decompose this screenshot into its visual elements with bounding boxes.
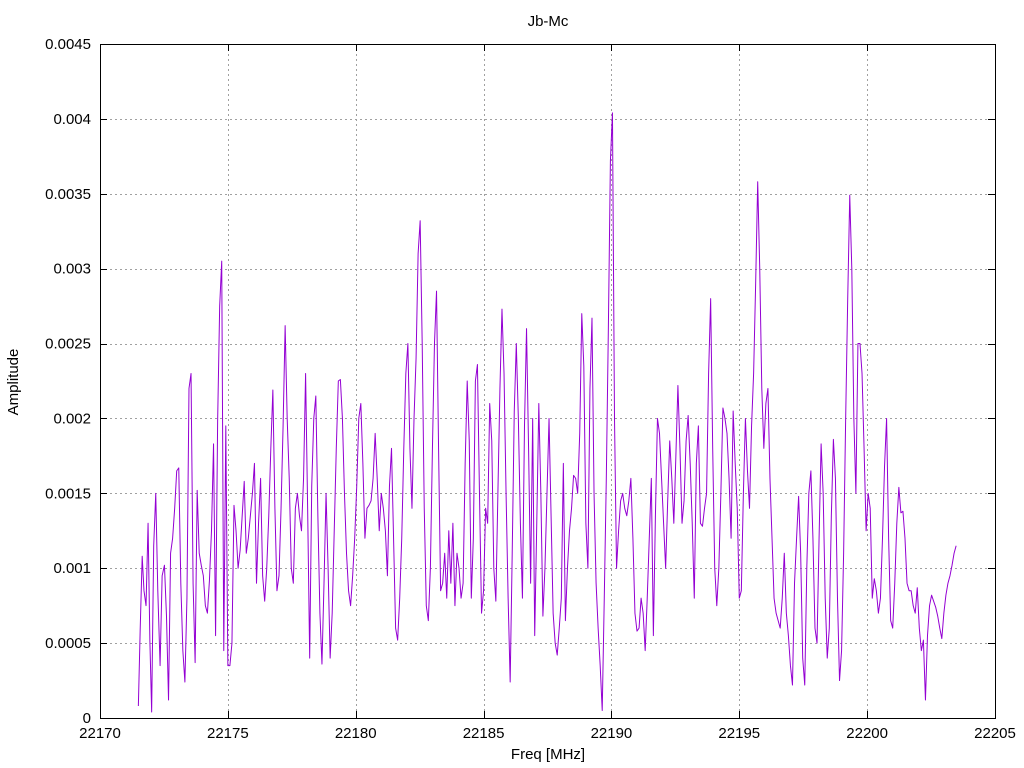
y-tick-label: 0.002 xyxy=(53,410,91,427)
line-chart: 22170 22175 22180 22185 22190 22195 22200 22205… xyxy=(0,0,1024,768)
x-tick-label: 22180 xyxy=(335,725,377,742)
y-tick-label: 0.004 xyxy=(53,111,91,128)
x-axis-title: Freq [MHz] xyxy=(511,746,585,763)
y-tick-label: 0.0035 xyxy=(45,186,91,203)
x-tick-label: 22170 xyxy=(79,725,121,742)
y-tick-label: 0.0045 xyxy=(45,36,91,53)
y-tick-label: 0 xyxy=(83,710,91,727)
x-tick-label: 22190 xyxy=(591,725,633,742)
x-tick-label: 22185 xyxy=(463,725,505,742)
x-tick-label: 22195 xyxy=(718,725,760,742)
chart-background xyxy=(0,0,1024,768)
y-tick-label: 0.0025 xyxy=(45,336,91,353)
y-tick-label: 0.003 xyxy=(53,261,91,278)
x-tick-label: 22175 xyxy=(207,725,249,742)
y-tick-label: 0.0005 xyxy=(45,635,91,652)
y-axis-title: Amplitude xyxy=(5,349,22,416)
y-tick-label: 0.0015 xyxy=(45,485,91,502)
x-tick-label: 22205 xyxy=(974,725,1016,742)
y-tick-label: 0.001 xyxy=(53,560,91,577)
chart-title: Jb-Mc xyxy=(528,13,569,30)
x-tick-label: 22200 xyxy=(846,725,888,742)
